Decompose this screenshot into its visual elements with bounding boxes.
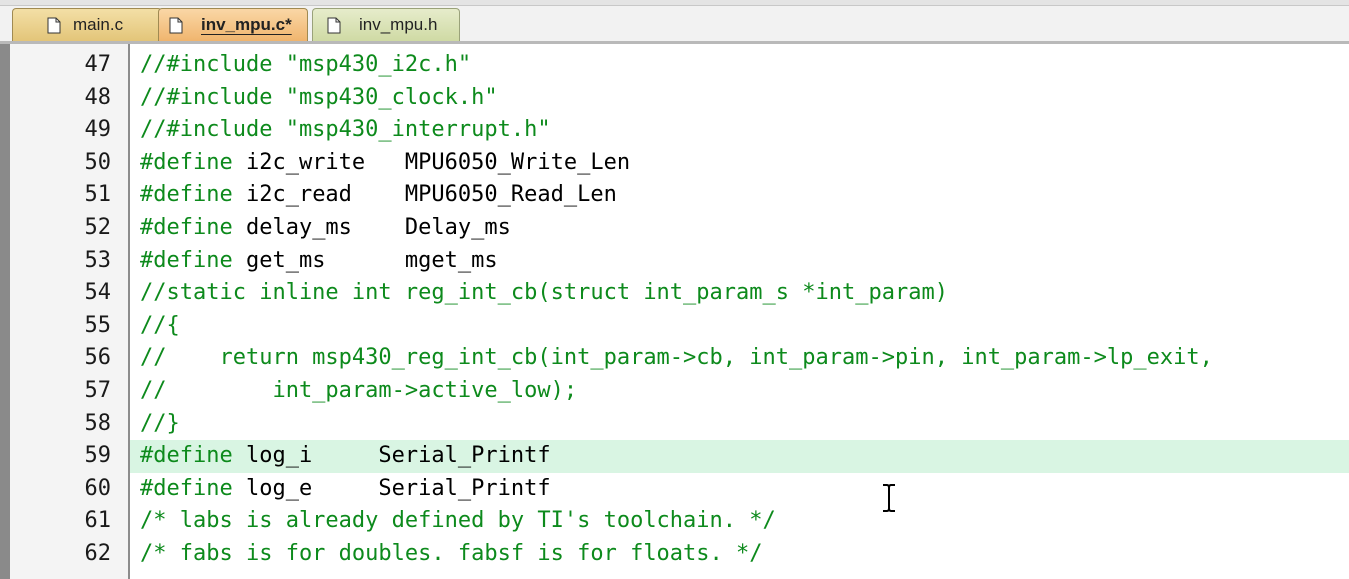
code-line[interactable]: 53 #define get_ms mget_ms: [0, 245, 1349, 278]
preprocessor-directive: #define: [140, 443, 233, 469]
line-number: 47: [84, 52, 112, 77]
code-text[interactable]: // return msp430_reg_int_cb(int_param->c…: [130, 342, 1349, 375]
code-comment: // return msp430_reg_int_cb(int_param->c…: [140, 345, 1213, 371]
tab-inv-mpu-h[interactable]: inv_mpu.h: [312, 8, 460, 41]
code-text[interactable]: #define delay_ms Delay_ms: [130, 212, 1349, 245]
code-text[interactable]: //#include "msp430_clock.h": [130, 82, 1349, 115]
document-icon: [169, 17, 183, 33]
line-number: 51: [84, 182, 112, 208]
code-text[interactable]: //}: [130, 408, 1349, 441]
code-comment: /* labs is already defined by TI's toolc…: [140, 508, 776, 534]
code-line[interactable]: 50 #define i2c_write MPU6050_Write_Len: [0, 147, 1349, 180]
line-number: 49: [84, 117, 112, 143]
code-token: get_ms mget_ms: [232, 247, 498, 273]
code-line[interactable]: 52 #define delay_ms Delay_ms: [0, 212, 1349, 245]
tab-bar: main.c inv_mpu.h inv_mpu.c*: [0, 0, 1349, 44]
document-icon: [47, 17, 61, 33]
tab-main-c[interactable]: main.c: [12, 8, 162, 41]
code-line[interactable]: 58 //}: [0, 408, 1349, 441]
code-line[interactable]: 57 // int_param->active_low);: [0, 375, 1349, 408]
code-text[interactable]: #define get_ms mget_ms: [130, 245, 1349, 278]
line-number: 61: [84, 508, 112, 534]
code-text[interactable]: #define log_i Serial_Printf: [130, 440, 1349, 473]
code-line[interactable]: 55 //{: [0, 310, 1349, 343]
line-number: 59: [84, 443, 112, 469]
preprocessor-directive: #define: [140, 215, 233, 240]
line-number: 53: [84, 247, 112, 273]
line-number: 50: [84, 149, 112, 175]
preprocessor-directive: #define: [140, 182, 233, 208]
code-line[interactable]: 61 /* labs is already defined by TI's too…: [0, 505, 1349, 538]
code-token: delay_ms Delay_ms: [232, 215, 511, 240]
code-editor[interactable]: 47 //#include "msp430_i2c.h" 48 //#include …: [0, 44, 1349, 579]
code-line[interactable]: 56 // return msp430_reg_int_cb(int_param-…: [0, 342, 1349, 375]
tab-label: inv_mpu.c*: [201, 15, 292, 34]
code-text[interactable]: #define log_e Serial_Printf: [130, 473, 1349, 506]
line-number: 58: [84, 410, 112, 436]
code-comment: //#include "msp430_clock.h": [140, 84, 498, 110]
code-comment: /* fabs is for doubles. fabsf is for flo…: [140, 541, 763, 566]
code-token: i2c_write MPU6050_Write_Len: [232, 149, 631, 175]
code-text[interactable]: //#include "msp430_i2c.h": [130, 49, 1349, 82]
code-comment: //#include "msp430_i2c.h": [140, 52, 472, 77]
code-line[interactable]: 60 #define log_e Serial_Printf: [0, 473, 1349, 506]
preprocessor-directive: #define: [140, 247, 233, 273]
code-comment: // int_param->active_low);: [140, 378, 578, 403]
tab-label: main.c: [73, 15, 124, 34]
code-text[interactable]: //static inline int reg_int_cb(struct in…: [130, 277, 1349, 310]
line-number: 55: [84, 312, 112, 338]
code-text[interactable]: //#include "msp430_interrupt.h": [130, 114, 1349, 147]
code-text[interactable]: #define i2c_write MPU6050_Write_Len: [130, 147, 1349, 180]
line-number: 62: [84, 541, 112, 566]
code-line[interactable]: 62 /* fabs is for doubles. fabsf is for f…: [0, 538, 1349, 571]
code-text[interactable]: //{: [130, 310, 1349, 343]
line-number: 54: [84, 280, 112, 306]
preprocessor-directive: #define: [140, 475, 233, 501]
code-token: i2c_read MPU6050_Read_Len: [232, 182, 617, 208]
tab-label: inv_mpu.h: [359, 15, 438, 34]
line-number: 48: [84, 84, 112, 110]
code-text[interactable]: /* fabs is for doubles. fabsf is for flo…: [130, 538, 1349, 571]
code-comment: //static inline int reg_int_cb(struct in…: [140, 280, 948, 306]
code-line[interactable]: 49 //#include "msp430_interrupt.h": [0, 114, 1349, 147]
line-number: 52: [84, 215, 112, 240]
code-text[interactable]: // int_param->active_low);: [130, 375, 1349, 408]
document-icon: [327, 17, 341, 33]
line-number: 60: [84, 475, 112, 501]
preprocessor-directive: #define: [140, 149, 233, 175]
code-comment: //}: [140, 410, 180, 436]
code-line[interactable]: 59 #define log_i Serial_Printf: [0, 440, 1349, 473]
tab-bar-top-strip: [0, 0, 1349, 6]
code-text[interactable]: #define i2c_read MPU6050_Read_Len: [130, 179, 1349, 212]
code-token: log_e Serial_Printf: [232, 475, 551, 501]
line-number: 57: [84, 378, 112, 403]
code-comment: //#include "msp430_interrupt.h": [140, 117, 551, 143]
code-line[interactable]: 54 //static inline int reg_int_cb(struct …: [0, 277, 1349, 310]
line-number: 56: [84, 345, 112, 371]
code-token: log_i Serial_Printf: [232, 443, 551, 469]
code-comment: //{: [140, 312, 180, 338]
code-line[interactable]: 48 //#include "msp430_clock.h": [0, 82, 1349, 115]
code-line[interactable]: 47 //#include "msp430_i2c.h": [0, 49, 1349, 82]
text-cursor-icon: [883, 484, 895, 512]
code-text[interactable]: /* labs is already defined by TI's toolc…: [130, 505, 1349, 538]
tab-inv-mpu-c[interactable]: inv_mpu.c*: [158, 8, 308, 41]
code-line[interactable]: 51 #define i2c_read MPU6050_Read_Len: [0, 179, 1349, 212]
